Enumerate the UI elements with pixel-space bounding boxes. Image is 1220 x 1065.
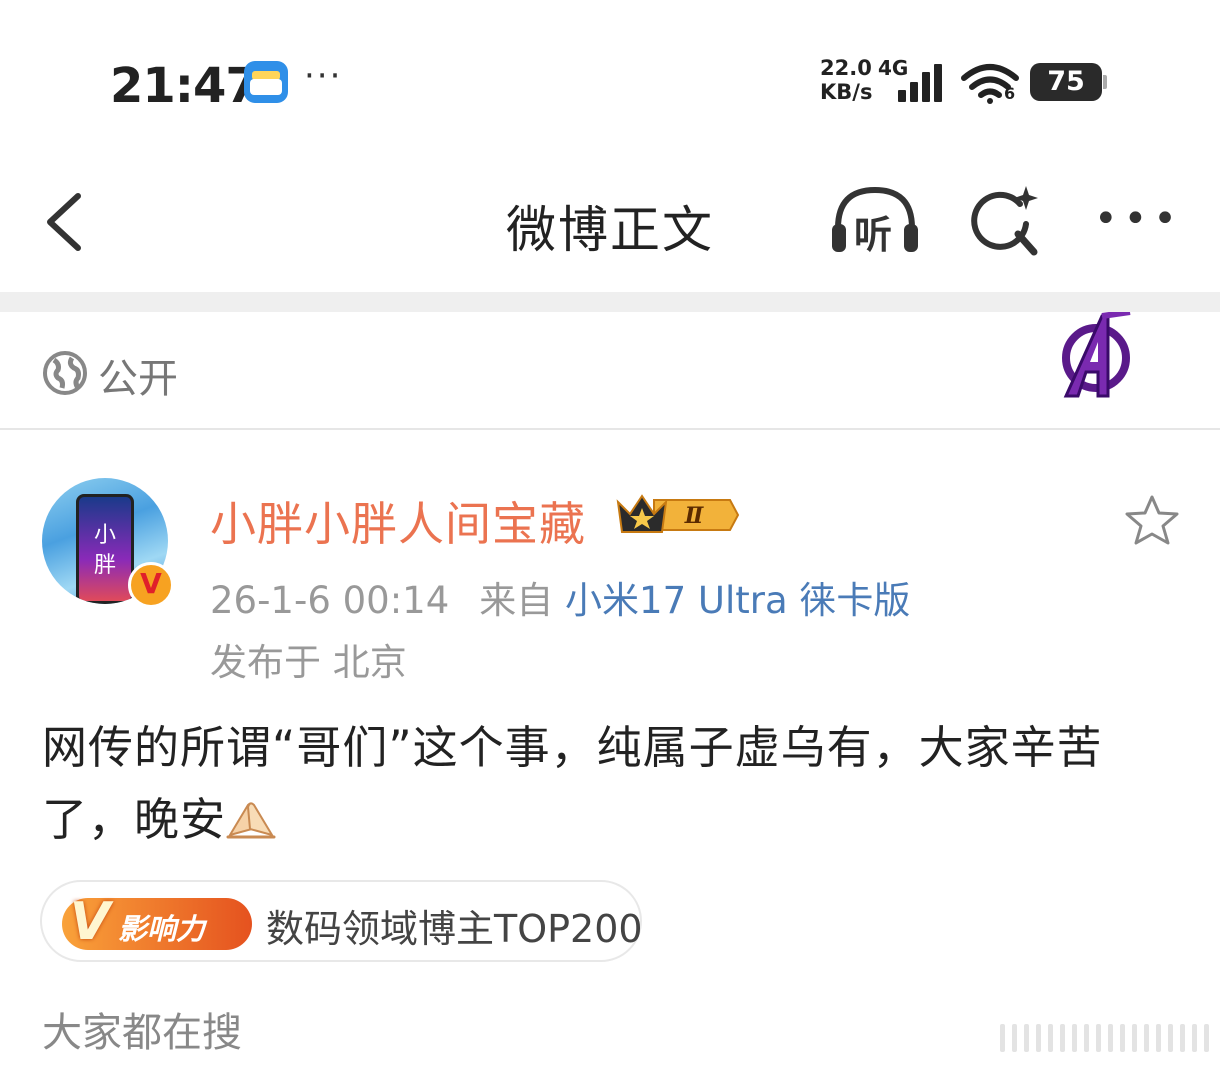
wallet-icon	[244, 61, 288, 103]
post-body-text: 网传的所谓“哥们”这个事，纯属子虚乌有，大家辛苦了，晚安	[42, 721, 1103, 846]
from-label: 来自	[479, 579, 554, 622]
visibility-label: 公开	[98, 356, 178, 402]
verified-badge: V	[128, 562, 174, 608]
influence-badge-text: 影响力	[118, 912, 206, 946]
globe-icon	[43, 351, 87, 395]
visibility-row: 公开	[0, 312, 1220, 430]
status-bar: 21:47 ··· 22.0 KB/s 4G 6 75	[0, 0, 1220, 160]
avatar-phone-image: 小 胖	[76, 494, 134, 604]
post-source-link[interactable]: 小米17 Ultra 徕卡版	[565, 579, 910, 622]
influence-label: 数码领域博主TOP200	[266, 907, 643, 951]
pray-hands-emoji-icon	[226, 802, 276, 839]
ai-search-icon[interactable]	[968, 184, 1042, 258]
level-label: Ⅱ	[684, 503, 705, 529]
listen-label[interactable]: 听	[854, 204, 892, 259]
crown-level-icon[interactable]: Ⅱ	[614, 492, 740, 538]
section-divider	[0, 292, 1220, 312]
author-name[interactable]: 小胖小胖人间宝藏	[210, 488, 586, 554]
avengers-logo-icon[interactable]	[1058, 312, 1136, 400]
network-speed-value: 22.0	[820, 56, 872, 80]
battery-level: 75	[1047, 66, 1085, 97]
avatar-text-top: 小	[93, 523, 116, 548]
wifi-standard: 6	[1004, 84, 1016, 103]
post-body: 网传的所谓“哥们”这个事，纯属子虚乌有，大家辛苦了，晚安	[42, 712, 1182, 856]
network-speed-unit: KB/s	[820, 80, 873, 104]
influence-v-icon: V	[69, 892, 111, 952]
network-speed: 22.0 KB/s	[820, 56, 872, 104]
post-meta: 26-1-6 00:14 来自 小米17 Ultra 徕卡版	[210, 570, 910, 624]
influence-tag[interactable]: V 影响力 数码领域博主TOP200	[40, 880, 643, 962]
battery-icon: 75	[1030, 63, 1107, 101]
post-location: 发布于 北京	[210, 641, 407, 684]
influence-badge: V 影响力	[62, 892, 252, 952]
avatar-text-bottom: 胖	[93, 553, 116, 578]
post-date: 26-1-6 00:14	[210, 579, 450, 622]
nav-bar: 微博正文 听 •••	[0, 160, 1220, 292]
status-overflow-icon: ···	[304, 56, 343, 96]
watermark-bars	[1000, 1024, 1214, 1054]
favorite-star-icon[interactable]	[1124, 494, 1180, 546]
cell-signal-icon	[896, 62, 946, 102]
trending-title: 大家都在搜	[42, 1010, 242, 1056]
status-time: 21:47	[110, 58, 259, 114]
more-options-icon[interactable]: •••	[1094, 196, 1183, 242]
